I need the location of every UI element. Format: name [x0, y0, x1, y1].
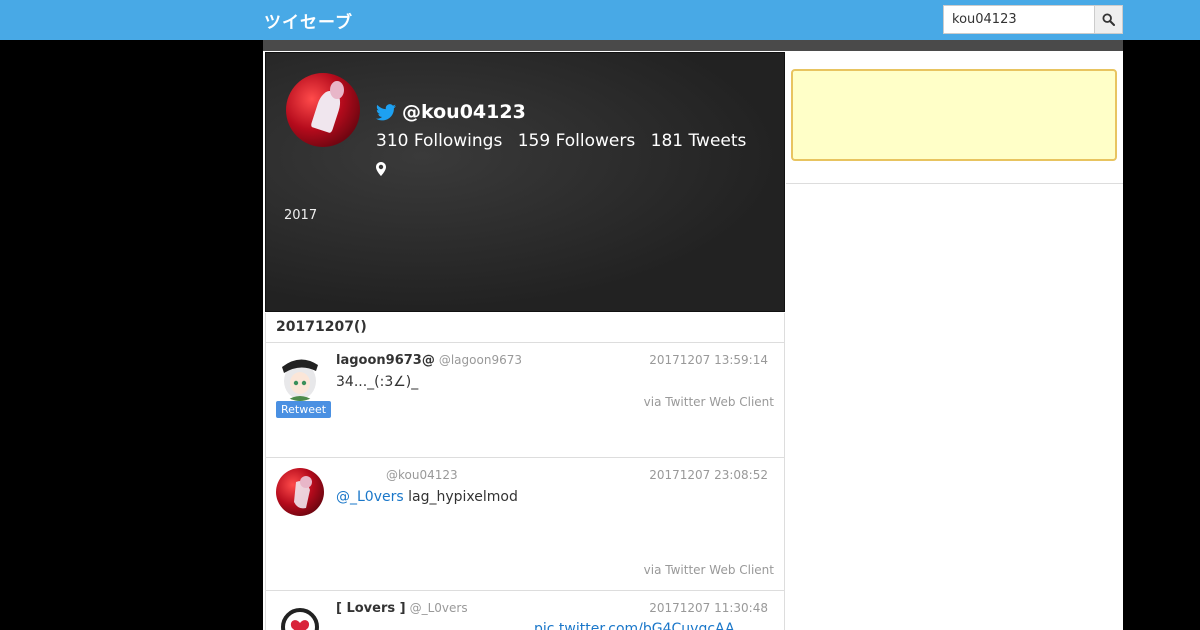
main-page: @kou04123 310 Followings 159 Followers 1… — [263, 40, 1123, 630]
tweet-time[interactable]: 20171207 11:30:48 — [649, 601, 768, 615]
site-logo[interactable]: ツイセーブ — [264, 8, 353, 33]
location-pin-icon — [376, 161, 386, 180]
sidebar-panel — [786, 52, 1123, 184]
top-bar — [263, 40, 1123, 51]
twitter-bird-icon — [376, 103, 396, 120]
profile-stats: 310 Followings 159 Followers 181 Tweets — [376, 131, 756, 151]
tweet-author-handle[interactable]: @_L0vers — [410, 601, 468, 615]
profile-avatar[interactable] — [286, 73, 360, 147]
tweet-text: 34..._(:3∠)_ — [336, 374, 419, 390]
tweet-avatar[interactable] — [276, 468, 324, 516]
followers-count[interactable]: 159 Followers — [518, 131, 635, 151]
profile-year: 2017 — [284, 208, 318, 223]
tweet-author-handle[interactable]: @kou04123 — [386, 468, 458, 482]
profile-name: @kou04123 — [376, 101, 526, 123]
tweet-author[interactable]: @kou04123 — [336, 468, 458, 483]
ad-box[interactable] — [791, 69, 1117, 161]
tweet-via[interactable]: via Twitter Web Client — [644, 563, 774, 577]
tweet-body: lag_hypixelmod — [403, 489, 518, 505]
tweet-item: [ Lovers ] @_L0vers 20171207 11:30:48 pic… — [265, 591, 785, 630]
date-header: 20171207() — [265, 313, 785, 343]
followings-count[interactable]: 310 Followings — [376, 131, 502, 151]
tweet-author[interactable]: [ Lovers ] @_L0vers — [336, 601, 468, 616]
tweet-author-handle[interactable]: @lagoon9673 — [439, 353, 522, 367]
profile-card: @kou04123 310 Followings 159 Followers 1… — [265, 52, 785, 312]
search-box — [943, 5, 1123, 34]
pic-link[interactable]: pic.twitter.com/bG4CuvgcAA — [534, 621, 735, 630]
search-button[interactable] — [1094, 5, 1123, 34]
tweet-author[interactable]: lagoon9673@ @lagoon9673 — [336, 353, 522, 368]
tweets-count[interactable]: 181 Tweets — [651, 131, 747, 151]
tweet-author-name[interactable]: lagoon9673@ — [336, 353, 435, 368]
tweet-via[interactable]: via Twitter Web Client — [644, 395, 774, 409]
mention-link[interactable]: @_L0vers — [336, 489, 404, 505]
tweet-time[interactable]: 20171207 13:59:14 — [649, 353, 768, 367]
retweet-badge: Retweet — [276, 401, 332, 418]
tweet-item: lagoon9673@ @lagoon9673 20171207 13:59:14… — [265, 343, 785, 458]
search-icon — [1102, 13, 1115, 26]
tweet-time[interactable]: 20171207 23:08:52 — [649, 468, 768, 482]
tweet-text: @_L0vers lag_hypixelmod — [336, 489, 518, 505]
tweet-text: pic.twitter.com/bG4CuvgcAA — [534, 621, 735, 630]
tweet-avatar[interactable] — [276, 353, 324, 401]
profile-handle[interactable]: @kou04123 — [402, 101, 526, 123]
tweet-author-name[interactable]: [ Lovers ] — [336, 601, 406, 616]
tweet-avatar[interactable] — [276, 601, 324, 630]
top-header: ツイセーブ — [0, 0, 1200, 40]
search-input[interactable] — [943, 5, 1094, 34]
tweet-item: @kou04123 20171207 23:08:52 @_L0vers lag… — [265, 458, 785, 591]
